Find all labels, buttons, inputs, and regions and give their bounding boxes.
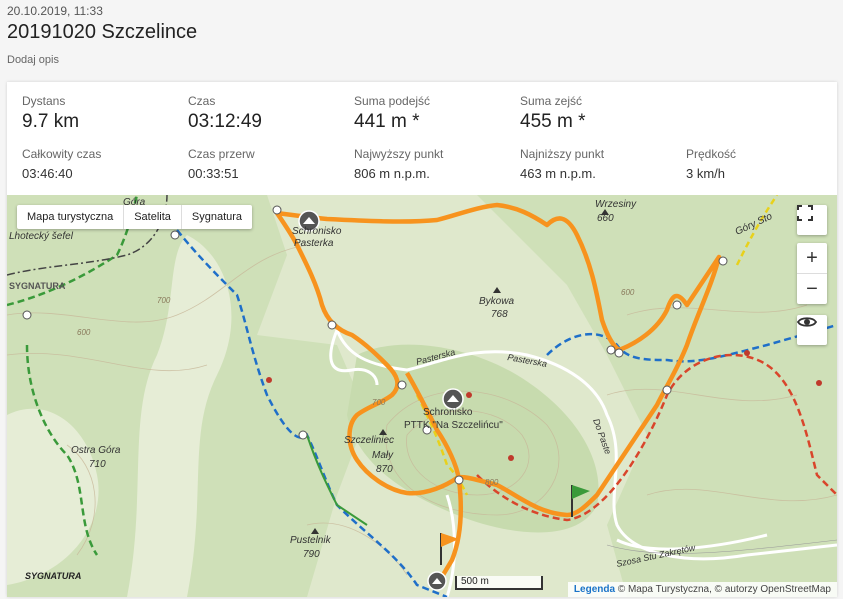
map-label: Pasterka: [294, 238, 334, 249]
stat-label: Najwyższy punkt: [354, 147, 444, 161]
map-label: Pustelnik: [290, 535, 332, 546]
fullscreen-icon: [797, 205, 813, 221]
zoom-in-button[interactable]: +: [797, 243, 827, 273]
map-label: 768: [491, 309, 508, 320]
tab-tourist-map[interactable]: Mapa turystyczna: [17, 205, 125, 229]
stat-distance: Dystans 9.7 km: [22, 94, 79, 133]
stat-ascent: Suma podejść 441 m *: [354, 94, 430, 133]
stat-breaks: Czas przerw 00:33:51: [188, 147, 255, 181]
stat-highest: Najwyższy punkt 806 m n.p.m.: [354, 147, 443, 181]
map-label: Schronisko: [423, 407, 473, 418]
contour-label: 800: [485, 478, 499, 487]
zoom-out-button[interactable]: −: [797, 273, 827, 304]
stat-value: 441 m *: [354, 111, 420, 132]
tab-satellite[interactable]: Satelita: [124, 205, 182, 229]
tab-signature[interactable]: Sygnatura: [182, 205, 252, 229]
map-label: Bykowa: [479, 296, 514, 307]
stat-speed: Prędkość 3 km/h: [686, 147, 736, 181]
stats-card: Dystans 9.7 km Czas 03:12:49 Suma podejś…: [7, 82, 837, 597]
map-label: Lhotecký šefel: [9, 231, 74, 242]
stat-label: Suma podejść: [354, 94, 431, 108]
stat-total-time: Całkowity czas 03:46:40: [22, 147, 101, 181]
map-label: 870: [376, 464, 393, 475]
map-attribution: Legenda © Mapa Turystyczna, © autorzy Op…: [567, 582, 837, 597]
stat-time: Czas 03:12:49: [188, 94, 262, 133]
contour-label: 600: [621, 288, 635, 297]
map-label: 710: [89, 459, 106, 470]
map-label: Szczeliniec: [344, 435, 394, 446]
map-label: Wrzesiny: [595, 199, 637, 210]
fullscreen-button[interactable]: [797, 205, 827, 235]
attribution-text: © Mapa Turystyczna, © autorzy OpenStreet…: [617, 584, 831, 595]
map-view[interactable]: Góra Lhotecký šefel SYGNATURA Schronisko…: [7, 195, 837, 597]
map-label: Schronisko: [292, 226, 342, 237]
map-label: PTTK "Na Szczelińcu": [404, 420, 503, 431]
map-scale: 500 m: [455, 576, 543, 590]
map-label: 790: [303, 549, 320, 560]
stat-label: Czas: [188, 94, 216, 108]
sygnatura-logo: SYGNATURA: [25, 571, 82, 581]
legend-link[interactable]: Legenda: [574, 584, 615, 595]
map-canvas[interactable]: Góra Lhotecký šefel SYGNATURA Schronisko…: [7, 195, 837, 597]
layer-visibility-button[interactable]: [797, 315, 827, 345]
stat-label: Suma zejść: [520, 94, 583, 108]
stat-value: 463 m n.p.m.: [520, 166, 596, 181]
stat-label: Prędkość: [686, 147, 737, 161]
zoom-controls: + −: [797, 243, 827, 304]
stat-value: 03:12:49: [188, 111, 262, 132]
stat-value: 03:46:40: [22, 166, 73, 181]
stat-value: 455 m *: [520, 111, 586, 132]
stat-label: Dystans: [22, 94, 66, 108]
shelter-icon: [442, 388, 464, 410]
map-label: Mały: [372, 450, 394, 461]
shelter-icon: [427, 571, 447, 591]
map-layer-tabs: Mapa turystyczna Satelita Sygnatura: [17, 205, 253, 229]
stat-lowest: Najniższy punkt 463 m n.p.m.: [520, 147, 604, 181]
add-description-link[interactable]: Dodaj opis: [7, 54, 59, 66]
activity-date: 20.10.2019, 11:33: [7, 4, 103, 18]
stat-label: Czas przerw: [188, 147, 255, 161]
eye-icon: [797, 317, 817, 327]
map-label: SYGNATURA: [9, 281, 66, 291]
activity-title: 20191020 Szczelince: [7, 21, 198, 43]
stat-value: 806 m n.p.m.: [354, 166, 430, 181]
stat-descent: Suma zejść 455 m *: [520, 94, 585, 133]
contour-label: 700: [372, 398, 386, 407]
stat-label: Najniższy punkt: [520, 147, 605, 161]
map-label: Ostra Góra: [71, 445, 121, 456]
map-label: 660: [597, 213, 614, 224]
contour-label: 600: [77, 328, 91, 337]
contour-label: 700: [157, 296, 171, 305]
stat-value: 9.7 km: [22, 111, 80, 132]
stat-value: 00:33:51: [188, 166, 239, 181]
stat-value: 3 km/h: [686, 166, 726, 181]
stat-label: Całkowity czas: [22, 147, 102, 161]
